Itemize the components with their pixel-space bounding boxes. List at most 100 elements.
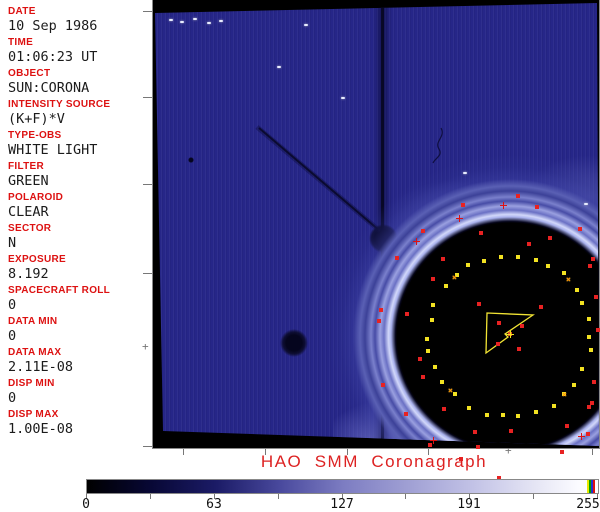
field-label: TYPE-OBS	[8, 129, 150, 142]
intensity-colorbar	[86, 479, 599, 494]
orange-x-marker: ×	[566, 276, 571, 284]
calibration-dot-yellow-ring	[516, 414, 520, 418]
calibration-dot-yellow-ring	[467, 406, 471, 410]
left-axis-tick	[143, 184, 152, 185]
field-label: FILTER	[8, 160, 150, 173]
calibration-dot-red-inner	[473, 430, 477, 434]
calibration-dot-red-inner	[441, 257, 445, 261]
red-plus-marker	[459, 215, 460, 222]
calibration-dot-red-inner	[431, 277, 435, 281]
calibration-dot-yellow-ring	[485, 413, 489, 417]
calibration-dot-yellow-ring	[501, 413, 505, 417]
calibration-dot-yellow-ring	[430, 318, 434, 322]
calibration-dot-red-inner	[421, 375, 425, 379]
calibration-dot-yellow-ring	[589, 348, 593, 352]
field-label: OBJECT	[8, 67, 150, 80]
colorbar-tick-label: 0	[82, 497, 90, 512]
metadata-sidebar: DATE10 Sep 1986TIME01:06:23 UTOBJECTSUN:…	[0, 0, 150, 453]
calibration-dot-yellow-ring	[534, 410, 538, 414]
field-label: DATA MIN	[8, 315, 150, 328]
calibration-dot-red-inner	[479, 231, 483, 235]
calibration-dot-red-inner	[594, 295, 598, 299]
center-cross	[510, 330, 511, 338]
calibration-dot-red-outer	[586, 432, 590, 436]
metadata-field-data-max: DATA MAX2.11E-08	[0, 346, 150, 377]
metadata-field-date: DATE10 Sep 1986	[0, 5, 150, 36]
colorbar-stripe	[593, 480, 595, 493]
calibration-dot-yellow-ring	[433, 365, 437, 369]
field-label: POLAROID	[8, 191, 150, 204]
colorbar-tick	[533, 494, 534, 499]
calibration-dot-red-inner	[405, 312, 409, 316]
calibration-dot-red-inner	[565, 424, 569, 428]
field-value: 0	[8, 297, 150, 313]
field-value: (K+F)*V	[8, 111, 150, 127]
field-label: INTENSITY SOURCE	[8, 98, 150, 111]
calibration-dot-red-outer	[377, 319, 381, 323]
calibration-dot-red-outer	[381, 383, 385, 387]
calibration-dot-yellow-ring	[552, 404, 556, 408]
orange-x-marker: ×	[448, 387, 453, 395]
metadata-field-spacecraft-roll: SPACECRAFT ROLL0	[0, 284, 150, 315]
colorbar-tick-label: 255	[576, 497, 599, 512]
left-axis-tick	[143, 11, 152, 12]
bottom-axis-tick	[592, 449, 593, 455]
colorbar-tick-label: 127	[330, 497, 353, 512]
calibration-dot-red	[587, 405, 591, 409]
field-value: 0	[8, 328, 150, 344]
calibration-dot-yellow-ring	[572, 383, 576, 387]
metadata-field-data-min: DATA MIN0	[0, 315, 150, 346]
calibration-dot-red	[591, 257, 595, 261]
image-viewport: ××××	[152, 0, 600, 449]
metadata-field-exposure: EXPOSURE8.192	[0, 253, 150, 284]
calibration-dot-red-outer	[516, 194, 520, 198]
calibration-dot-red-inner	[588, 264, 592, 268]
field-label: DATA MAX	[8, 346, 150, 359]
calibration-dot-red-inner	[418, 357, 422, 361]
calibration-dot-red-outer	[461, 203, 465, 207]
field-value: 0	[8, 390, 150, 406]
calibration-dot-yellow-ring	[444, 284, 448, 288]
calibration-dot-red	[592, 380, 596, 384]
red-plus-marker	[581, 433, 582, 440]
calibration-dot-red	[596, 328, 600, 332]
red-plus-marker	[503, 202, 504, 209]
field-label: DISP MAX	[8, 408, 150, 421]
calibration-dot-yellow-ring	[453, 392, 457, 396]
metadata-field-type-obs: TYPE-OBSWHITE LIGHT	[0, 129, 150, 160]
field-value: GREEN	[8, 173, 150, 189]
calibration-dot-yellow-ring	[534, 258, 538, 262]
colorbar-tick-label: 63	[206, 497, 222, 512]
orange-x-marker: ×	[562, 391, 567, 399]
field-value: CLEAR	[8, 204, 150, 220]
red-plus-marker	[416, 238, 417, 245]
left-axis-tick	[143, 273, 152, 274]
bottom-axis-plus: +	[505, 446, 512, 455]
calibration-dot-yellow-ring	[440, 380, 444, 384]
calibration-dot-yellow-ring	[587, 335, 591, 339]
field-value: WHITE LIGHT	[8, 142, 150, 158]
calibration-dot-red	[517, 347, 521, 351]
calibration-dot-yellow-ring	[516, 255, 520, 259]
calibration-dot-red	[476, 445, 480, 449]
bottom-axis-tick	[183, 449, 184, 455]
calibration-dot-red-inner	[548, 236, 552, 240]
calibration-dot-red	[520, 324, 524, 328]
calibration-dot-yellow-ring	[575, 288, 579, 292]
left-axis-tick	[143, 97, 152, 98]
calibration-dot-red	[477, 302, 481, 306]
calibration-dot-yellow-ring	[546, 264, 550, 268]
calibration-dot-red-outer	[379, 308, 383, 312]
calibration-dot-yellow-ring	[466, 263, 470, 267]
calibration-dot-red-inner	[509, 429, 513, 433]
field-value: 01:06:23 UT	[8, 49, 150, 65]
field-label: SECTOR	[8, 222, 150, 235]
image-title: HAO SMM Coronagraph	[261, 452, 487, 472]
calibration-dot-red-inner	[590, 401, 594, 405]
calibration-dot-yellow-ring	[587, 317, 591, 321]
calibration-dot-yellow-ring	[426, 349, 430, 353]
colorbar-tick	[150, 494, 151, 499]
calibration-dot-red	[539, 305, 543, 309]
calibration-dot-yellow-ring	[580, 301, 584, 305]
field-label: SPACECRAFT ROLL	[8, 284, 150, 297]
